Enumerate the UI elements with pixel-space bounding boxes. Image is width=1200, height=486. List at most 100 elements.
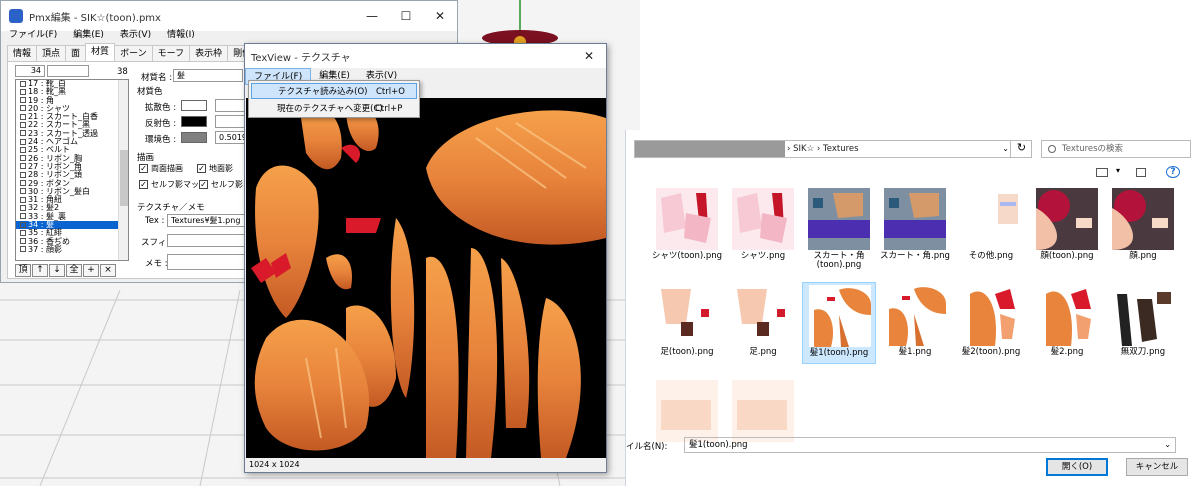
tab-bone[interactable]: ボーン <box>114 45 153 61</box>
chevron-down-icon[interactable]: ▾ <box>1116 166 1120 175</box>
file-item[interactable]: 髪2(toon).png <box>954 282 1028 364</box>
tab-vertex[interactable]: 頂点 <box>36 45 67 61</box>
file-item[interactable]: スカート・角(toon).png <box>802 186 876 270</box>
ambient-color-swatch[interactable] <box>181 132 207 143</box>
material-name-label: 材質名 : <box>141 73 173 83</box>
specular-label: 反射色 : <box>145 119 177 129</box>
menu-edit[interactable]: 編集(E) <box>65 27 112 44</box>
visibility-checkbox[interactable] <box>20 238 26 245</box>
menu-view[interactable]: 表示(V) <box>112 27 159 44</box>
file-item[interactable]: 無双刀.png <box>1106 282 1180 364</box>
search-input[interactable]: Texturesの検索 <box>1041 140 1191 158</box>
file-item[interactable]: スカート・角.png <box>878 186 952 268</box>
menu-info[interactable]: 情報(I) <box>159 27 203 44</box>
chevron-down-icon[interactable]: ⌄ <box>1002 141 1009 157</box>
file-item[interactable]: その他.png <box>954 186 1028 268</box>
ambient-value-field[interactable]: 0.50196 <box>215 131 245 144</box>
menu-file[interactable]: ファイル(F) <box>1 27 65 44</box>
visibility-checkbox[interactable] <box>20 246 26 253</box>
hair-texture-image <box>251 105 606 458</box>
visibility-checkbox[interactable] <box>20 138 26 145</box>
tab-display-frame[interactable]: 表示枠 <box>189 45 229 61</box>
material-list[interactable]: 17 : 靴_白 18 : 靴_黒 19 : 角 20 : シャツ 21 : スカート_… <box>15 79 129 261</box>
add-button[interactable]: + <box>83 264 99 277</box>
visibility-checkbox[interactable] <box>20 155 26 162</box>
material-name-field[interactable]: 髪 <box>173 69 243 82</box>
visibility-checkbox[interactable] <box>20 171 26 178</box>
texture-canvas[interactable] <box>246 98 606 458</box>
filename-input[interactable]: 髪1(toon).png ⌄ <box>684 437 1176 453</box>
file-item[interactable]: 髪2.png <box>1030 282 1104 364</box>
file-name-label: 顔.png <box>1129 251 1157 261</box>
tex-path-field[interactable]: Textures¥髪1.png <box>167 214 245 227</box>
material-filter-field[interactable] <box>47 65 89 77</box>
memo-field[interactable] <box>167 254 245 270</box>
specular-color-swatch[interactable] <box>181 116 207 127</box>
top-button[interactable]: 頂 <box>15 264 31 277</box>
file-item[interactable]: 髪1.png <box>878 282 952 364</box>
visibility-checkbox[interactable] <box>20 121 26 128</box>
visibility-checkbox[interactable] <box>20 130 26 137</box>
delete-button[interactable]: × <box>100 264 116 277</box>
material-list-item[interactable]: 37 : 顔影 <box>16 245 128 254</box>
file-name-label: 髪1.png <box>898 347 932 357</box>
file-thumbnail <box>732 188 794 250</box>
all-button[interactable]: 全 <box>66 264 82 277</box>
address-bar[interactable]: › SIK☆ › Textures ⌄ <box>634 140 1032 158</box>
diffuse-color-swatch[interactable] <box>181 100 207 111</box>
visibility-checkbox[interactable] <box>20 105 26 112</box>
visibility-checkbox[interactable] <box>20 113 26 120</box>
file-item[interactable]: シャツ(toon).png <box>650 186 724 268</box>
visibility-checkbox[interactable] <box>20 204 26 211</box>
tab-morph[interactable]: モーフ <box>151 45 191 61</box>
visibility-checkbox[interactable] <box>20 97 26 104</box>
preview-pane-icon[interactable] <box>1136 168 1146 177</box>
breadcrumb-sik[interactable]: SIK☆ <box>793 144 814 154</box>
visibility-checkbox[interactable] <box>20 146 26 153</box>
file-item[interactable]: 足(toon).png <box>650 282 724 364</box>
tab-face[interactable]: 面 <box>65 45 87 61</box>
menu-replace-texture[interactable]: 現在のテクスチャへ変更(C) Ctrl+P <box>251 101 417 117</box>
file-item[interactable]: シャツ.png <box>726 186 800 268</box>
ground-shadow-checkbox[interactable]: ✓ 地面影 <box>197 163 233 174</box>
visibility-checkbox[interactable] <box>20 163 26 170</box>
material-index-field[interactable]: 34 <box>15 65 45 77</box>
open-button[interactable]: 開く(O) <box>1046 458 1108 476</box>
material-list-scrollbar[interactable] <box>118 80 128 260</box>
help-icon[interactable]: ? <box>1166 166 1180 178</box>
texview-close-button[interactable]: ✕ <box>572 44 606 68</box>
visibility-checkbox[interactable] <box>20 180 26 187</box>
file-item[interactable]: 顔.png <box>1106 186 1180 268</box>
view-options-icon[interactable] <box>1096 168 1108 177</box>
visibility-checkbox[interactable] <box>20 229 26 236</box>
visibility-checkbox[interactable] <box>20 88 26 95</box>
visibility-checkbox[interactable] <box>20 80 26 87</box>
breadcrumb-textures[interactable]: Textures <box>823 144 859 154</box>
self-shadow-checkbox[interactable]: ✓ セルフ影 <box>199 179 243 190</box>
refresh-button[interactable]: ↻ <box>1010 140 1032 158</box>
file-thumbnail <box>1112 188 1174 250</box>
specular-value-field[interactable] <box>215 115 245 128</box>
double-side-checkbox[interactable]: ✓ 両面描画 <box>139 163 183 174</box>
down-button[interactable]: ↓ <box>49 264 65 277</box>
file-item[interactable]: 足.png <box>726 282 800 364</box>
chevron-down-icon[interactable]: ⌄ <box>1164 438 1171 452</box>
file-item[interactable]: 髪1(toon).png <box>802 282 876 364</box>
sphere-path-field[interactable] <box>167 234 245 247</box>
filename-label: イル名(N): <box>626 442 668 452</box>
visibility-checkbox[interactable] <box>20 221 26 228</box>
visibility-checkbox[interactable] <box>20 213 26 220</box>
pmx-tabs: 情報 頂点 面 材質 ボーン モーフ 表示枠 剛体 <box>7 43 258 61</box>
tab-material[interactable]: 材質 <box>85 43 116 61</box>
self-shadow-map-checkbox[interactable]: ✓ セルフ影マップ <box>139 179 207 190</box>
up-button[interactable]: ↑ <box>32 264 48 277</box>
visibility-checkbox[interactable] <box>20 188 26 195</box>
menu-load-texture[interactable]: テクスチャ読み込み(O) Ctrl+O <box>251 83 417 99</box>
visibility-checkbox[interactable] <box>20 196 26 203</box>
texview-title: TexView - テクスチャ <box>251 52 351 64</box>
file-item[interactable]: 顔(toon).png <box>1030 186 1104 268</box>
diffuse-value-field[interactable] <box>215 99 245 112</box>
file-thumbnail <box>960 284 1022 346</box>
cancel-button[interactable]: キャンセル <box>1126 458 1188 476</box>
tab-info[interactable]: 情報 <box>7 45 38 61</box>
